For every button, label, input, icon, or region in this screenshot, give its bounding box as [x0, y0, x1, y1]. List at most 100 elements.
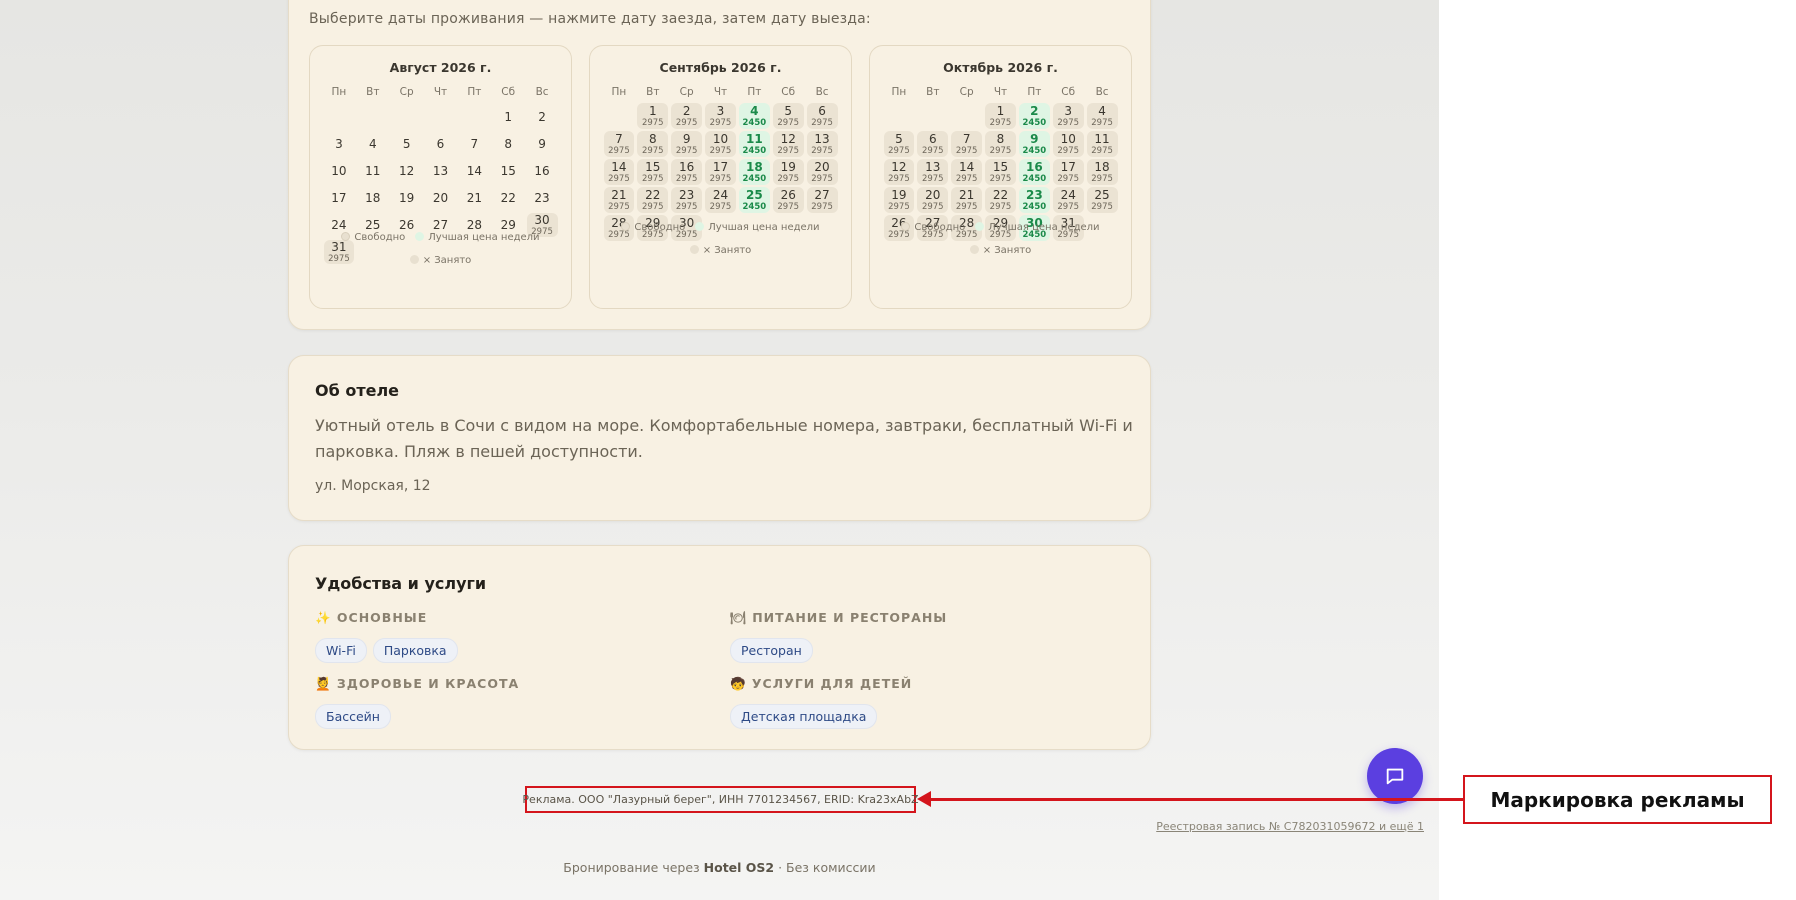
calendar-day[interactable]: 1 2975 [985, 103, 1016, 129]
calendar-day[interactable]: 17 2975 [705, 159, 736, 185]
calendar-day[interactable]: 18 2975 [1086, 159, 1118, 185]
calendar-day[interactable]: 14 [459, 159, 490, 183]
calendar-day[interactable]: 16 2975 [671, 159, 703, 185]
registry-link[interactable]: Реестровая запись № С782031059672 и ещё … [1000, 820, 1424, 833]
calendar-day[interactable]: 7 [459, 132, 490, 156]
calendar-day[interactable]: 1 2975 [637, 103, 669, 129]
calendar-day[interactable]: 19 2975 [772, 159, 804, 185]
legend-best: Лучшая цена недели [695, 222, 820, 233]
calendar-day[interactable]: 16 [527, 159, 558, 183]
calendar-day[interactable]: 14 2975 [603, 159, 635, 185]
calendar-day[interactable]: 20 2975 [917, 187, 949, 213]
calendar-day[interactable]: 21 [459, 186, 490, 210]
about-description: Уютный отель в Сочи с видом на море. Ком… [315, 416, 1133, 461]
calendar-day[interactable]: 6 2975 [917, 131, 949, 157]
calendar-day[interactable]: 15 [493, 159, 524, 183]
calendar-day[interactable]: 11 [357, 159, 388, 183]
calendar-day[interactable]: 8 2975 [637, 131, 669, 157]
calendar-day[interactable]: 17 [324, 186, 355, 210]
weekday-label: Вс [535, 86, 549, 98]
calendar-day[interactable]: 4 2975 [1086, 103, 1118, 129]
calendar-day[interactable]: 22 2975 [637, 187, 669, 213]
day-price: 2975 [811, 173, 833, 184]
day-number: 11 [365, 164, 381, 178]
calendar-day[interactable]: 21 2975 [951, 187, 983, 213]
calendar-day-best-price[interactable]: 16 2450 [1018, 159, 1050, 185]
day-number: 22 [992, 187, 1009, 202]
day-number: 30 [534, 212, 550, 227]
calendar-day[interactable]: 20 2975 [806, 159, 838, 185]
calendar-day[interactable]: 4 [357, 132, 388, 156]
calendar-day[interactable]: 6 2975 [806, 103, 838, 129]
calendar-day[interactable]: 22 [493, 186, 524, 210]
calendar-day[interactable]: 13 [425, 159, 456, 183]
calendar-day[interactable]: 3 2975 [1052, 103, 1084, 129]
calendar-day[interactable]: 23 2975 [671, 187, 703, 213]
day-number: 9 [1030, 131, 1039, 146]
calendar-day[interactable]: 12 2975 [772, 131, 804, 157]
calendar-day[interactable]: 1 [493, 105, 524, 129]
calendar-day[interactable]: 9 2975 [671, 131, 703, 157]
calendar-day[interactable]: 8 [493, 132, 524, 156]
day-number: 21 [611, 187, 627, 202]
calendar-day[interactable]: 3 2975 [705, 103, 736, 129]
calendar-day[interactable]: 8 2975 [985, 131, 1016, 157]
calendar-day[interactable]: 23 [527, 186, 558, 210]
chat-button[interactable] [1367, 748, 1423, 804]
calendar-day-best-price[interactable]: 18 2450 [738, 159, 770, 185]
calendar-day[interactable]: 19 2975 [883, 187, 915, 213]
calendar-day[interactable]: 5 2975 [883, 131, 915, 157]
calendar-day[interactable]: 20 [425, 186, 456, 210]
calendar-day[interactable]: 9 [527, 132, 558, 156]
weekday-label: Сб [1061, 86, 1076, 98]
calendar-day[interactable]: 7 2975 [603, 131, 635, 157]
calendar-day[interactable]: 25 2975 [1086, 187, 1118, 213]
calendar-day-best-price[interactable]: 25 2450 [738, 187, 770, 213]
amenity-chip: Ресторан [730, 638, 813, 663]
day-number: 18 [365, 191, 381, 205]
calendar-day[interactable]: 5 [391, 132, 422, 156]
calendar-day[interactable]: 7 2975 [951, 131, 983, 157]
calendar-day[interactable]: 22 2975 [985, 187, 1016, 213]
calendar-day[interactable]: 15 2975 [637, 159, 669, 185]
calendar-day[interactable]: 26 2975 [772, 187, 804, 213]
calendar-day[interactable]: 6 [425, 132, 456, 156]
ad-disclosure: Реклама. ООО "Лазурный берег", ИНН 77012… [522, 786, 919, 813]
day-price: 2975 [989, 145, 1012, 156]
calendar-day[interactable]: 13 2975 [806, 131, 838, 157]
day-price: 2975 [641, 117, 664, 128]
calendar-day[interactable]: 19 [391, 186, 422, 210]
calendar-day[interactable]: 21 2975 [603, 187, 635, 213]
day-price: 2975 [709, 117, 732, 128]
calendar-day[interactable]: 24 2975 [705, 187, 736, 213]
calendar-day[interactable]: 2 2975 [671, 103, 703, 129]
calendar-day[interactable]: 5 2975 [772, 103, 804, 129]
calendar-day[interactable]: 18 [357, 186, 388, 210]
calendar-day-best-price[interactable]: 9 2450 [1018, 131, 1050, 157]
calendar-day[interactable]: 15 2975 [985, 159, 1016, 185]
calendar-day-best-price[interactable]: 11 2450 [738, 131, 770, 157]
day-price: 2975 [777, 117, 800, 128]
calendar-day[interactable]: 12 2975 [883, 159, 915, 185]
calendar-day[interactable]: 14 2975 [951, 159, 983, 185]
calendar-day[interactable]: 3 [324, 132, 355, 156]
calendar-day[interactable]: 17 2975 [1052, 159, 1084, 185]
calendar-day[interactable]: 27 2975 [806, 187, 838, 213]
day-number: 8 [648, 131, 657, 146]
calendar-day[interactable]: 24 2975 [1052, 187, 1084, 213]
legend-best-label: Лучшая цена недели [988, 222, 1100, 233]
calendar-day[interactable]: 10 2975 [705, 131, 736, 157]
calendar-day[interactable]: 12 [391, 159, 422, 183]
calendar-day-best-price[interactable]: 23 2450 [1018, 187, 1050, 213]
calendar-day[interactable]: 2 [527, 105, 558, 129]
calendar-day-best-price[interactable]: 2 2450 [1018, 103, 1050, 129]
day-number: 19 [780, 159, 796, 174]
day-number: 26 [398, 218, 415, 232]
calendar-day[interactable]: 10 2975 [1052, 131, 1084, 157]
calendar-day[interactable]: 11 2975 [1086, 131, 1118, 157]
calendar-day[interactable]: 13 2975 [917, 159, 949, 185]
calendar-day-best-price[interactable]: 4 2450 [738, 103, 770, 129]
calendar-legend: Свободно Лучшая цена недели [590, 222, 851, 233]
calendar-day[interactable]: 10 [324, 159, 355, 183]
day-number: 2 [682, 103, 691, 118]
